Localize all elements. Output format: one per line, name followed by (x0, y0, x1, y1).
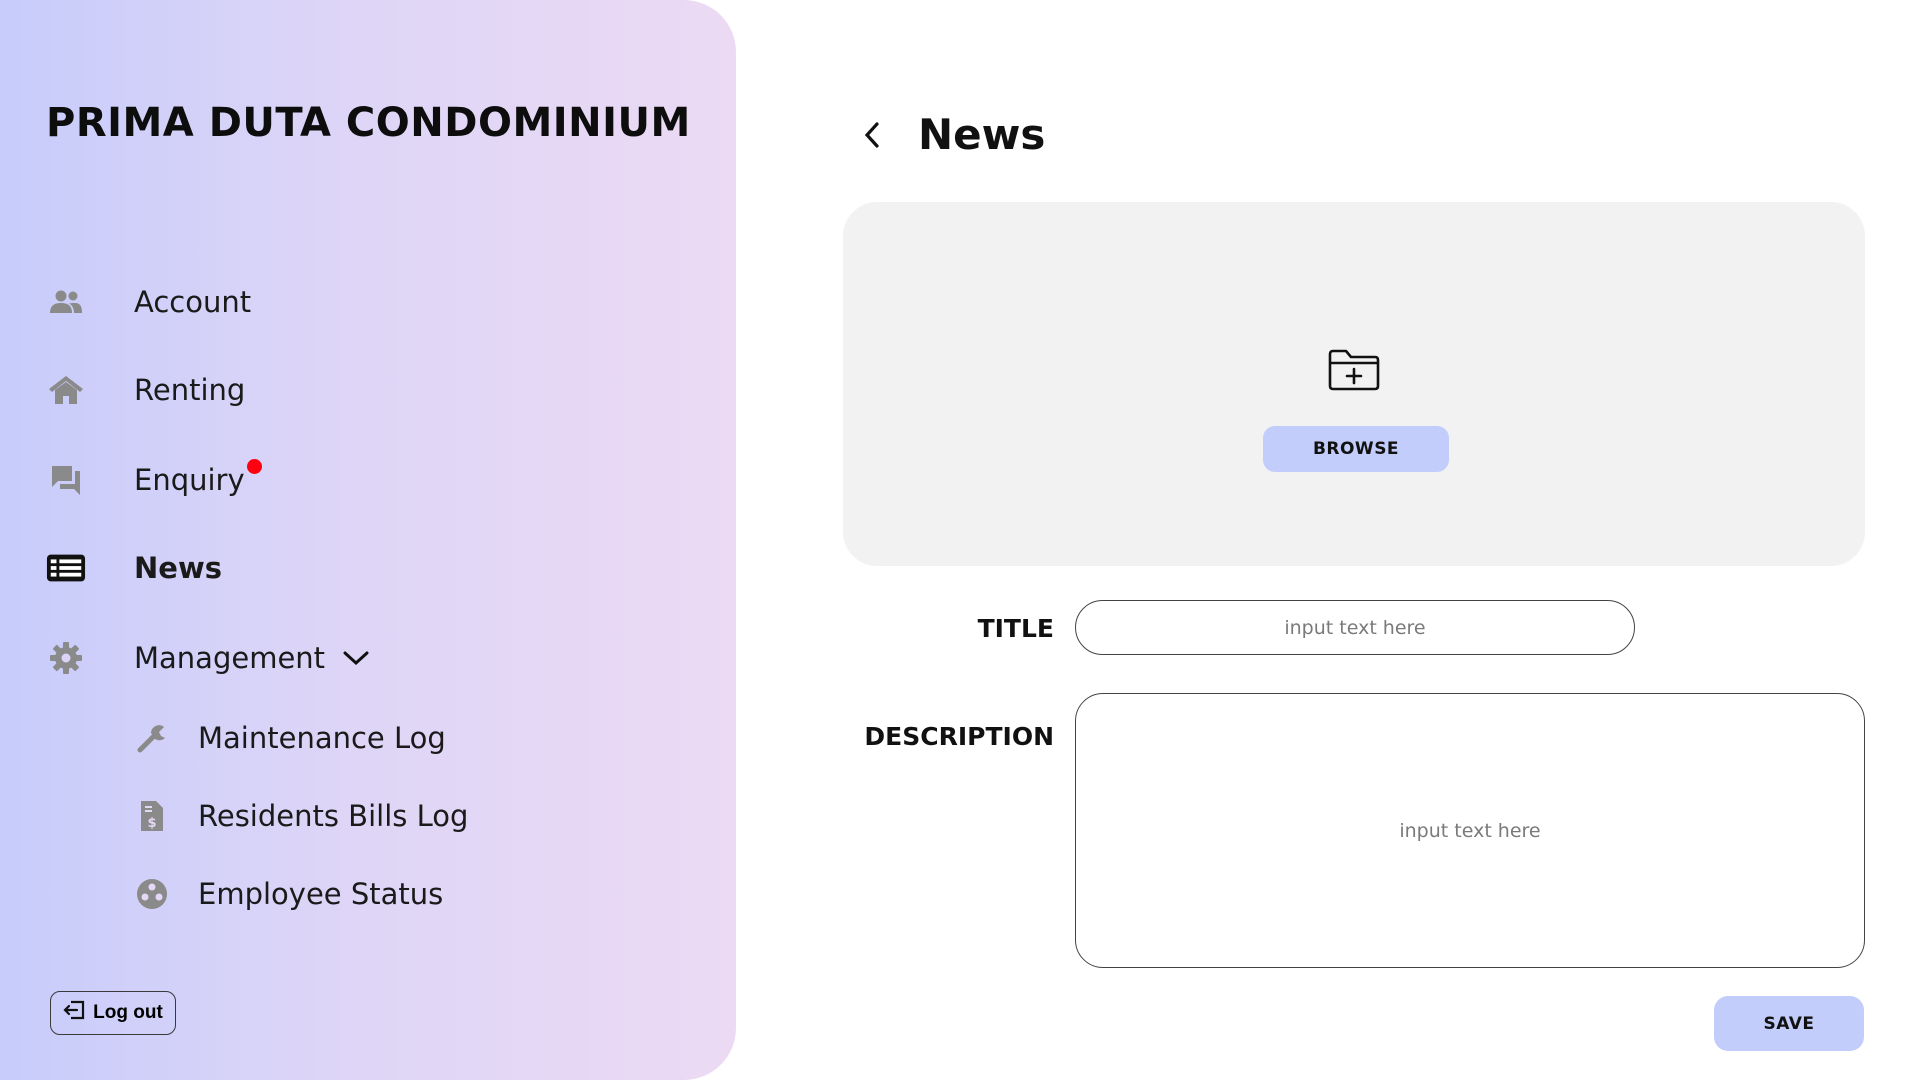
sidebar-subitem-maintenance-log[interactable]: Maintenance Log (132, 718, 446, 758)
page-title: News (918, 110, 1046, 159)
title-placeholder: input text here (1284, 616, 1426, 639)
sidebar-item-label: Enquiry (134, 463, 245, 497)
sidebar-item-label: Management (134, 641, 326, 675)
sidebar: PRIMA DUTA CONDOMINIUM Account Renting E… (0, 0, 736, 1080)
home-icon (46, 370, 86, 410)
notification-dot (246, 458, 262, 474)
browse-button[interactable]: BROWSE (1263, 426, 1449, 472)
sidebar-item-renting[interactable]: Renting (46, 370, 245, 410)
sidebar-item-label: Renting (134, 373, 246, 407)
logout-icon (63, 1000, 85, 1026)
gear-icon (46, 638, 86, 678)
description-placeholder: input text here (1399, 819, 1541, 842)
logout-button[interactable]: Log out (50, 991, 176, 1035)
people-icon (46, 282, 86, 322)
description-label: DESCRIPTION (864, 722, 1054, 751)
sidebar-item-label: News (134, 551, 222, 585)
sidebar-item-management[interactable]: Management (46, 638, 369, 678)
sidebar-subitem-label: Maintenance Log (198, 721, 446, 755)
sidebar-item-account[interactable]: Account (46, 282, 251, 322)
page-header: News (862, 110, 1045, 159)
logout-label: Log out (93, 1002, 163, 1023)
image-upload-area[interactable]: BROWSE (843, 202, 1865, 566)
description-input[interactable]: input text here (1075, 693, 1865, 968)
sidebar-item-news[interactable]: News (46, 548, 222, 588)
bill-icon: $ (132, 796, 172, 836)
brand-title: PRIMA DUTA CONDOMINIUM (46, 100, 691, 146)
newspaper-icon (46, 548, 86, 588)
chevron-down-icon[interactable] (343, 650, 369, 666)
sidebar-subitem-residents-bills-log[interactable]: $ Residents Bills Log (132, 796, 468, 836)
title-input[interactable]: input text here (1075, 600, 1635, 655)
save-button[interactable]: SAVE (1714, 996, 1864, 1051)
wrench-icon (132, 718, 172, 758)
folder-add-icon (1327, 348, 1381, 396)
back-arrow-icon[interactable] (862, 117, 886, 153)
title-label: TITLE (977, 614, 1054, 643)
svg-text:$: $ (147, 816, 156, 831)
sidebar-item-enquiry[interactable]: Enquiry (46, 458, 262, 500)
sidebar-subitem-label: Employee Status (198, 877, 444, 911)
sidebar-item-label: Account (134, 285, 252, 319)
employee-icon (132, 874, 172, 914)
sidebar-subitem-label: Residents Bills Log (198, 799, 469, 833)
chat-icon (46, 460, 86, 500)
sidebar-subitem-employee-status[interactable]: Employee Status (132, 874, 443, 914)
